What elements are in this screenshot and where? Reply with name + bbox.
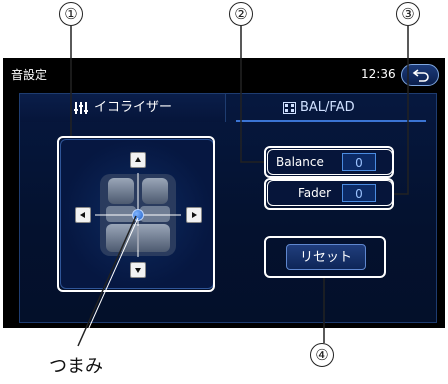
knob-caption: つまみ <box>49 356 103 377</box>
leader-lines <box>70 26 409 349</box>
